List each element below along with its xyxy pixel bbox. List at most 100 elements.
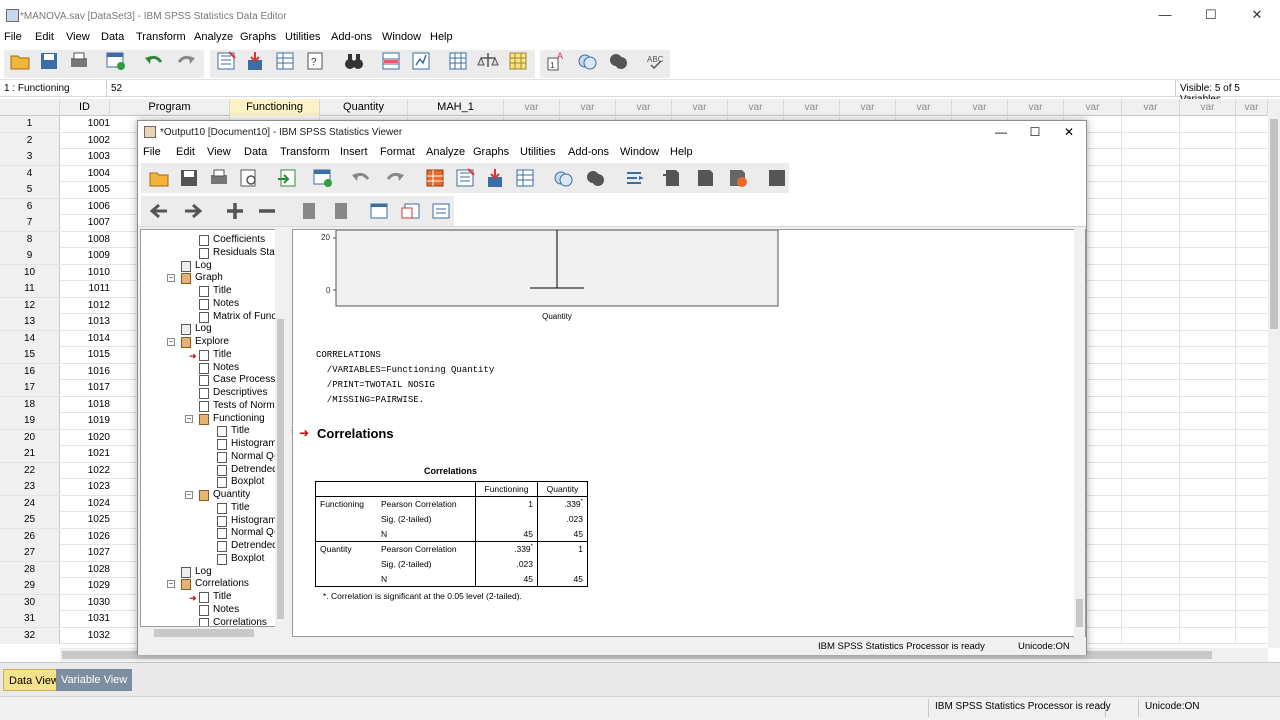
menu-transform[interactable]: Transform bbox=[136, 31, 186, 43]
grid-cell[interactable] bbox=[1180, 462, 1236, 479]
select-cases-icon[interactable] bbox=[507, 50, 529, 72]
grid-cell[interactable] bbox=[1180, 132, 1236, 149]
scrollbar-thumb[interactable] bbox=[154, 629, 254, 637]
viewer-menu-graphs[interactable]: Graphs bbox=[473, 146, 509, 158]
cell-id[interactable]: 1032 bbox=[60, 628, 110, 644]
scrollbar-thumb[interactable] bbox=[277, 319, 284, 619]
cell-id[interactable]: 1008 bbox=[60, 232, 110, 248]
cell-id[interactable]: 1027 bbox=[60, 545, 110, 561]
row-number[interactable]: 6 bbox=[0, 198, 60, 215]
row-number[interactable]: 22 bbox=[0, 462, 60, 479]
grid-cell[interactable] bbox=[1122, 182, 1180, 198]
row-number[interactable]: 11 bbox=[0, 281, 60, 297]
viewer-menu-transform[interactable]: Transform bbox=[280, 146, 330, 158]
cell-id[interactable]: 1028 bbox=[60, 562, 110, 578]
output-heading[interactable]: Correlations bbox=[317, 426, 394, 441]
menu-addons[interactable]: Add-ons bbox=[331, 31, 372, 43]
grid-cell[interactable] bbox=[1122, 198, 1180, 215]
grid-cell[interactable] bbox=[1180, 429, 1236, 446]
grid-cell[interactable] bbox=[1180, 314, 1236, 330]
cell-id[interactable]: 1030 bbox=[60, 595, 110, 611]
column-header-program[interactable]: Program bbox=[110, 99, 230, 116]
grid-cell[interactable] bbox=[1122, 363, 1180, 380]
value-labels-icon[interactable]: A1 bbox=[545, 50, 567, 72]
cell-id[interactable]: 1029 bbox=[60, 578, 110, 594]
undo-icon[interactable] bbox=[350, 167, 372, 189]
column-header-var[interactable]: var bbox=[728, 99, 784, 116]
collapse-toggle-icon[interactable]: − bbox=[167, 338, 175, 346]
cell-id[interactable]: 1012 bbox=[60, 298, 110, 314]
grid-cell[interactable] bbox=[1180, 231, 1236, 248]
export-icon[interactable] bbox=[276, 167, 298, 189]
menu-analyze[interactable]: Analyze bbox=[194, 31, 233, 43]
spell-check-icon[interactable]: ABC bbox=[645, 50, 667, 72]
grid-cell[interactable] bbox=[1122, 594, 1180, 611]
grid-cell[interactable] bbox=[1180, 297, 1236, 314]
column-header-var[interactable]: var bbox=[952, 99, 1008, 116]
promote-icon[interactable] bbox=[694, 167, 716, 189]
row-number[interactable]: 31 bbox=[0, 611, 60, 627]
column-header-var[interactable]: var bbox=[1180, 99, 1236, 116]
window-icon[interactable] bbox=[766, 167, 788, 189]
menu-graphs[interactable]: Graphs bbox=[240, 31, 276, 43]
grid-cell[interactable] bbox=[1122, 446, 1180, 462]
grid-cell[interactable] bbox=[1122, 264, 1180, 281]
row-number[interactable]: 19 bbox=[0, 413, 60, 429]
grid-cell[interactable] bbox=[1122, 132, 1180, 149]
grid-cell[interactable] bbox=[1122, 380, 1180, 396]
viewer-close-icon[interactable]: ✕ bbox=[1052, 121, 1086, 143]
row-number[interactable]: 9 bbox=[0, 248, 60, 264]
collapse-toggle-icon[interactable]: − bbox=[185, 414, 193, 423]
row-number[interactable]: 27 bbox=[0, 545, 60, 561]
column-header-quantity[interactable]: Quantity bbox=[320, 99, 408, 116]
viewer-menu-data[interactable]: Data bbox=[244, 146, 267, 158]
grid-cell[interactable] bbox=[1122, 413, 1180, 429]
variables-icon[interactable] bbox=[514, 167, 536, 189]
row-number[interactable]: 23 bbox=[0, 479, 60, 495]
grid-cell[interactable] bbox=[1122, 248, 1180, 264]
column-header-mah1[interactable]: MAH_1 bbox=[408, 99, 504, 116]
cell-id[interactable]: 1021 bbox=[60, 446, 110, 462]
row-number[interactable]: 1 bbox=[0, 116, 60, 132]
content-vertical-scrollbar[interactable] bbox=[1074, 229, 1085, 637]
row-number[interactable]: 15 bbox=[0, 347, 60, 363]
row-number[interactable]: 17 bbox=[0, 380, 60, 396]
goto-data-icon[interactable] bbox=[424, 167, 446, 189]
select-last-output-icon[interactable] bbox=[660, 167, 682, 189]
grid-cell[interactable] bbox=[1180, 512, 1236, 528]
grid-cell[interactable] bbox=[1180, 396, 1236, 413]
grid-cell[interactable] bbox=[1180, 479, 1236, 495]
row-number[interactable]: 10 bbox=[0, 264, 60, 281]
grid-cell[interactable] bbox=[1122, 561, 1180, 578]
row-number[interactable]: 12 bbox=[0, 297, 60, 314]
print-preview-icon[interactable] bbox=[238, 167, 260, 189]
designate-window-icon[interactable] bbox=[624, 167, 646, 189]
close-icon[interactable]: ✕ bbox=[1234, 0, 1280, 30]
viewer-menu-addons[interactable]: Add-ons bbox=[568, 146, 609, 158]
grid-cell[interactable] bbox=[1122, 330, 1180, 347]
grid-cell[interactable] bbox=[1180, 627, 1236, 644]
row-number[interactable]: 4 bbox=[0, 165, 60, 182]
save-icon[interactable] bbox=[178, 167, 200, 189]
cell-id[interactable]: 1026 bbox=[60, 529, 110, 545]
insert-output-icon[interactable] bbox=[726, 167, 748, 189]
cell-id[interactable]: 1002 bbox=[60, 133, 110, 149]
print-icon[interactable] bbox=[208, 167, 230, 189]
scrollbar-thumb[interactable] bbox=[1076, 599, 1083, 627]
row-number[interactable]: 21 bbox=[0, 446, 60, 462]
row-number[interactable]: 5 bbox=[0, 182, 60, 198]
tab-variable-view[interactable]: Variable View bbox=[56, 669, 133, 691]
print-icon[interactable] bbox=[68, 50, 90, 72]
column-header-var[interactable]: var bbox=[504, 99, 560, 116]
collapse-toggle-icon[interactable]: − bbox=[167, 580, 175, 589]
cell-id[interactable]: 1011 bbox=[60, 281, 110, 297]
grid-cell[interactable] bbox=[1180, 182, 1236, 198]
viewer-menu-window[interactable]: Window bbox=[620, 146, 659, 158]
undo-icon[interactable] bbox=[143, 50, 165, 72]
grid-cell[interactable] bbox=[1180, 495, 1236, 512]
column-header-var[interactable]: var bbox=[1236, 99, 1268, 116]
viewer-menu-insert[interactable]: Insert bbox=[340, 146, 368, 158]
grid-cell[interactable] bbox=[1180, 330, 1236, 347]
grid-cell[interactable] bbox=[1122, 512, 1180, 528]
viewer-menu-file[interactable]: File bbox=[143, 146, 161, 158]
